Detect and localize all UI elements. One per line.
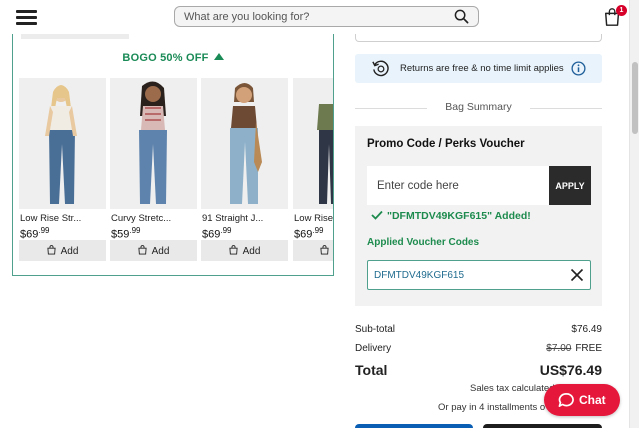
product-name[interactable]: 91 Straight J...	[202, 213, 288, 224]
search-bar	[174, 6, 479, 27]
previous-item-strip	[21, 34, 129, 39]
delivery-label: Delivery	[355, 343, 392, 354]
product-image[interactable]	[19, 78, 106, 209]
product-price: $69.99	[202, 226, 232, 241]
search-icon[interactable]	[454, 9, 469, 24]
chat-label: Chat	[579, 393, 606, 407]
product-image[interactable]	[201, 78, 288, 209]
returns-banner: Returns are free & no time limit applies	[355, 54, 602, 83]
checkout-button[interactable]	[355, 424, 473, 428]
menu-icon[interactable]	[16, 8, 38, 26]
apply-button[interactable]: APPLY	[549, 166, 591, 205]
chat-button[interactable]: Chat	[544, 384, 620, 416]
applied-voucher-label: Applied Voucher Codes	[367, 237, 480, 248]
page: 1 BOGO 50% OFF Low Rise Str... $69.99 Ad…	[0, 0, 639, 428]
check-icon	[371, 210, 383, 220]
add-to-bag-button[interactable]: Add	[110, 240, 197, 261]
search-input[interactable]	[184, 9, 444, 24]
total-value: US$76.49	[539, 362, 602, 378]
product-price: $69.99	[20, 226, 50, 241]
collapse-arrow-icon[interactable]	[213, 53, 224, 60]
close-icon[interactable]	[570, 268, 584, 282]
scrollbar-thumb[interactable]	[632, 62, 638, 134]
bag-summary-heading: Bag Summary	[355, 101, 602, 115]
add-to-bag-button[interactable]: Add	[19, 240, 106, 261]
paypal-button[interactable]	[483, 424, 602, 428]
code-added-message: "DFMTDV49KGF615" Added!	[371, 210, 531, 222]
checkout-buttons	[355, 424, 602, 428]
info-icon[interactable]	[571, 61, 586, 76]
voucher-code: DFMTDV49KGF615	[374, 270, 465, 281]
product-price: $59.99	[111, 226, 141, 241]
add-to-bag-button[interactable]	[293, 240, 333, 261]
bogo-title[interactable]: BOGO 50% OFF	[13, 52, 333, 64]
product-price: $69.99	[294, 226, 324, 241]
subtotal-label: Sub-total	[355, 324, 396, 335]
delivery-old-price: $7.00	[546, 343, 572, 354]
shopping-bag-button[interactable]: 1	[603, 5, 627, 28]
returns-icon	[372, 60, 389, 77]
promo-title: Promo Code / Perks Voucher	[367, 138, 525, 150]
previous-section-box	[355, 34, 602, 42]
bag-icon	[138, 244, 147, 254]
product-name[interactable]: Low Rise Str...	[20, 213, 106, 224]
bag-icon	[319, 244, 329, 254]
chat-bubble-icon	[558, 393, 574, 407]
scrollbar[interactable]	[629, 0, 639, 428]
applied-voucher-chip: DFMTDV49KGF615	[367, 260, 591, 290]
add-to-bag-button[interactable]: Add	[201, 240, 288, 261]
product-image[interactable]	[293, 78, 333, 209]
delivery-value: FREE	[575, 343, 602, 354]
product-name[interactable]: Curvy Stretc...	[111, 213, 197, 224]
product-name[interactable]: Low Rise	[294, 213, 333, 224]
returns-text: Returns are free & no time limit applies	[400, 63, 564, 74]
bag-icon	[47, 244, 56, 254]
bag-icon	[229, 244, 238, 254]
subtotal-value: $76.49	[571, 324, 602, 335]
promo-code-input[interactable]	[367, 166, 550, 205]
promo-section: Promo Code / Perks Voucher APPLY "DFMTDV…	[355, 126, 602, 306]
bogo-carousel: BOGO 50% OFF Low Rise Str... $69.99 Add	[12, 34, 334, 276]
installments-note: Or pay in 4 installments o	[438, 402, 546, 413]
total-label: Total	[355, 362, 388, 378]
tax-note: Sales tax calculated	[470, 383, 555, 394]
product-image[interactable]	[110, 78, 197, 209]
header: 1	[0, 0, 629, 34]
bag-count-badge: 1	[616, 5, 627, 16]
